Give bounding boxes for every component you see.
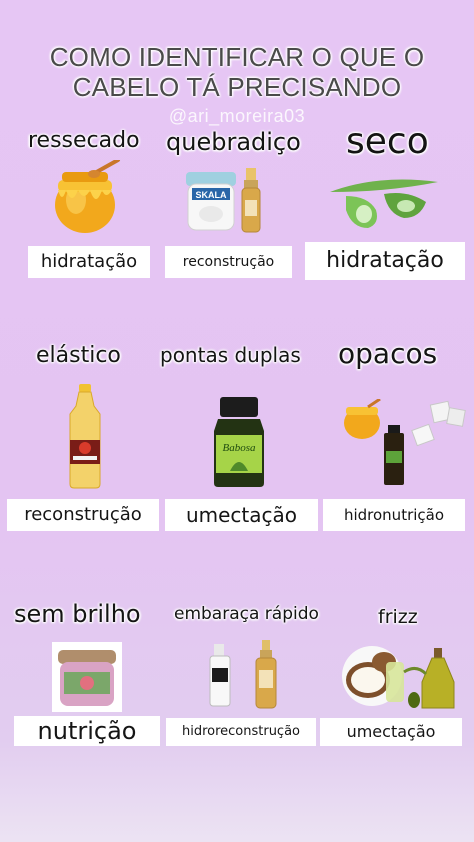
label-seco: seco [346,121,429,162]
mask-jar-icon [52,642,122,712]
label-elastico: elástico [36,343,121,368]
title-line-1: COMO IDENTIFICAR O QUE O [49,42,425,72]
treatment-hidronutricao: hidronutrição [323,499,465,531]
treatment-reconstrucao-2: reconstrução [7,499,159,531]
coconut-olive-oil-icon [342,646,455,709]
treatment-reconstrucao-1: reconstrução [165,246,292,278]
label-opacos: opacos [338,337,438,370]
label-ressecado: ressecado [28,128,140,153]
aloe-vera-icon [330,179,438,228]
treatment-umectacao-1: umectação [165,499,318,531]
honey-sugar-cubes-icon [344,399,466,485]
treatment-hidratacao-2: hidratação [305,242,465,280]
treatment-hidratacao-1: hidratação [28,246,150,278]
skala-brand-text: SKALA [196,190,227,200]
skala-cream-jar-icon: SKALA [186,168,261,233]
label-quebradico: quebradiço [166,128,301,156]
treatment-umectacao-2: umectação [320,718,462,746]
label-pontas-duplas: pontas duplas [160,343,301,367]
honey-pot-icon [55,160,120,233]
title-line-2: CABELO TÁ PRECISANDO [72,72,402,102]
label-frizz: frizz [378,606,418,628]
treatment-hidroreconstrucao: hidroreconstrução [166,718,316,746]
label-sem-brilho: sem brilho [14,600,141,628]
serum-bottles-icon [209,640,277,709]
babosa-capsule-bottle-icon: Babosa [214,397,264,487]
label-embaraca-rapido: embaraça rápido [174,604,319,624]
cooking-oil-bottle-icon [69,384,101,489]
babosa-brand-text: Babosa [223,442,257,454]
treatment-nutricao: nutrição [14,716,160,746]
